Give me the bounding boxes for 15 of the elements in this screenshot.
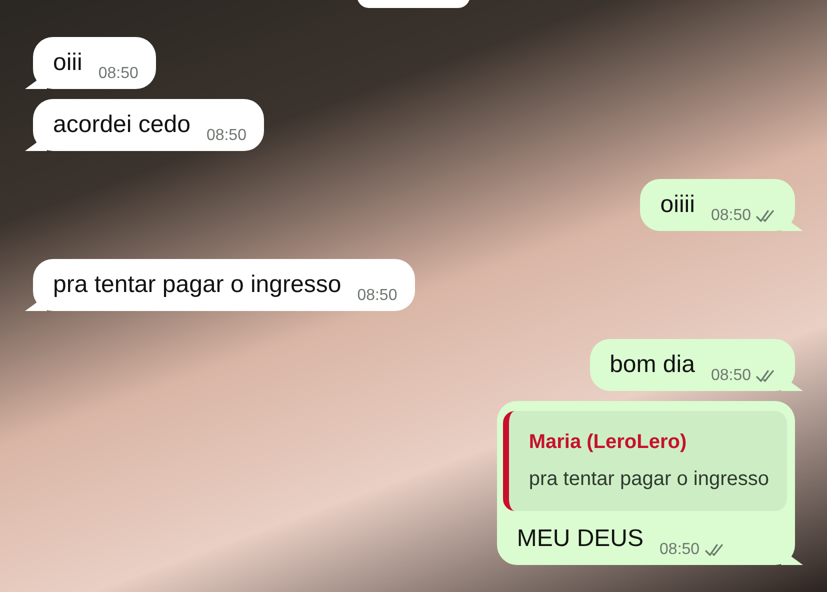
message-time: 08:50: [660, 541, 700, 559]
quoted-author: Maria (LeroLero): [528, 431, 688, 454]
message-text: oiiii: [660, 190, 695, 220]
message-text: oiii: [53, 48, 82, 78]
message-time: 08:50: [710, 207, 751, 225]
message-time: 08:50: [206, 127, 246, 145]
quoted-message[interactable]: Maria (LeroLero) pra tentar pagar o ingresso: [502, 411, 787, 511]
message-text: bom dia: [610, 350, 695, 380]
quoted-text: pra tentar pagar o ingresso: [528, 468, 769, 491]
message-time: 08:50: [98, 65, 138, 83]
message-time: 08:50: [710, 367, 751, 385]
message-time: 08:50: [357, 287, 398, 305]
message-text: pra tentar pagar o ingresso: [53, 270, 342, 300]
message-text: acordei cedo: [53, 110, 190, 140]
message-text: MEU DEUS: [516, 524, 644, 554]
